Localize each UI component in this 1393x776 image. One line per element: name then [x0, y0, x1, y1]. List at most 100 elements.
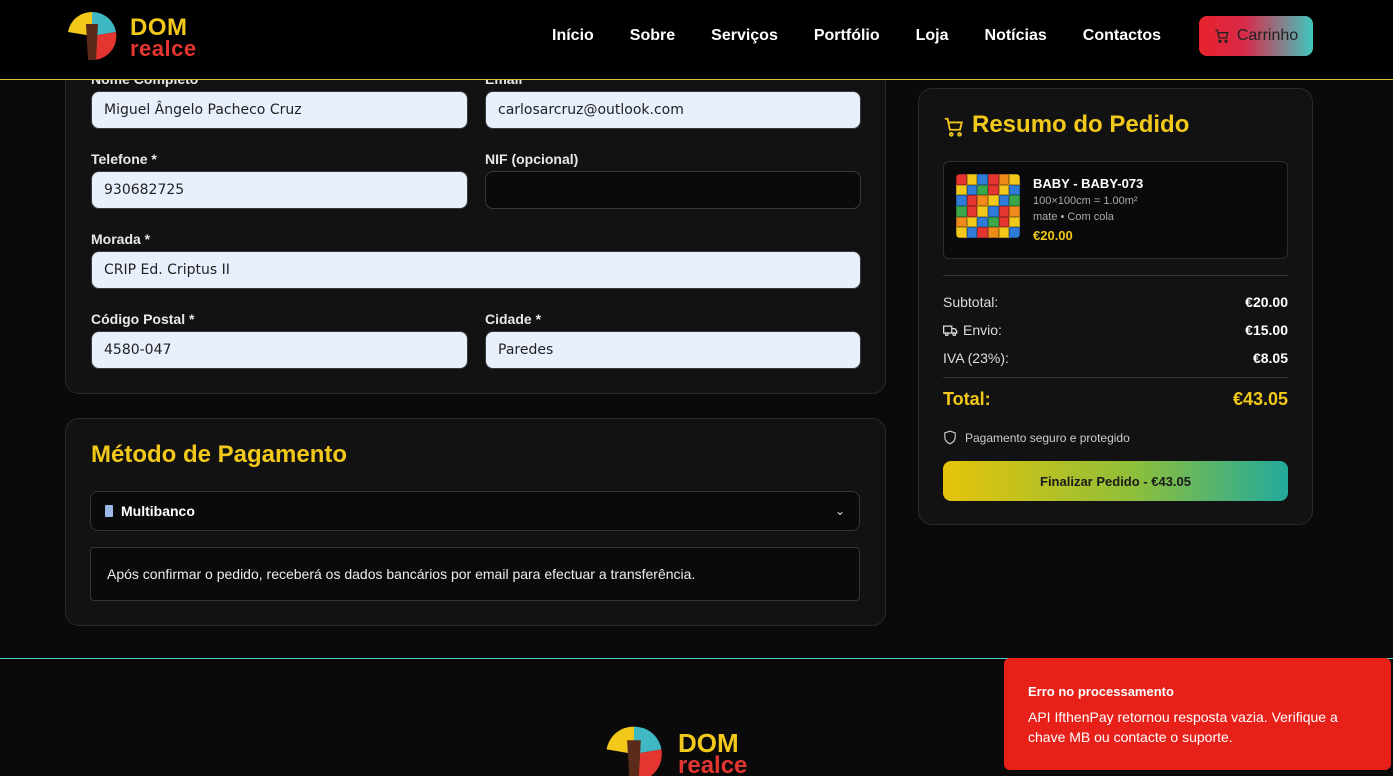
shipping-label: Envio: — [963, 322, 1002, 338]
thumb-tile — [956, 184, 967, 196]
thumb-tile — [1009, 206, 1020, 217]
email-input[interactable]: carlosarcruz@outlook.com — [485, 91, 861, 129]
total-label: Total: — [943, 389, 991, 409]
thumb-tile — [977, 195, 988, 206]
nav-noticias[interactable]: Notícias — [985, 27, 1047, 45]
thumb-tile — [988, 174, 999, 185]
thumb-tile — [988, 227, 999, 238]
vat-label: IVA (23%): — [943, 350, 1009, 366]
address-label: Morada * — [91, 231, 151, 247]
atm-card-icon — [105, 505, 113, 517]
main-nav: Início Sobre Serviços Portfólio Loja Not… — [552, 16, 1313, 56]
city-input[interactable]: Paredes — [485, 331, 861, 369]
order-summary-card: Resumo do Pedido BABY - BABY-073 100×100… — [918, 88, 1313, 525]
shipping-label-group: Envio: — [943, 322, 1002, 338]
error-toast[interactable]: Erro no processamento API IfthenPay reto… — [1004, 658, 1391, 770]
product-price: €20.00 — [1033, 228, 1073, 243]
nav-loja[interactable]: Loja — [916, 27, 949, 45]
order-item: BABY - BABY-073 100×100cm = 1.00m² mate … — [943, 161, 1288, 259]
thumb-tile — [977, 206, 988, 217]
secure-text: Pagamento seguro e protegido — [965, 430, 1130, 445]
thumb-tile — [966, 206, 978, 217]
payment-method-select[interactable]: Multibanco ⌄ — [90, 491, 860, 531]
thumb-tile — [998, 195, 1010, 206]
shipping-value: €15.00 — [1245, 322, 1288, 338]
thumb-tile — [966, 216, 978, 228]
total-row: Total: €43.05 — [943, 389, 1288, 410]
thumb-tile — [956, 174, 967, 185]
nav-portfolio[interactable]: Portfólio — [814, 27, 880, 45]
product-options: mate • Com cola — [1033, 211, 1114, 223]
truck-icon — [943, 325, 958, 336]
thumb-tile — [998, 184, 1010, 196]
site-header: DOM realce Início Sobre Serviços Portfól… — [0, 0, 1393, 80]
customer-data-card: Nome Completo Email Miguel Ângelo Pachec… — [65, 40, 886, 394]
address-input[interactable]: CRIP Ed. Criptus II — [91, 251, 861, 289]
thumb-tile — [998, 174, 1010, 185]
chevron-down-icon: ⌄ — [834, 504, 845, 518]
finalize-order-button[interactable]: Finalizar Pedido - €43.05 — [943, 461, 1288, 501]
divider — [943, 377, 1288, 378]
thumb-tile — [956, 195, 967, 206]
thumb-tile — [977, 227, 988, 238]
secure-note: Pagamento seguro e protegido — [943, 430, 1130, 445]
thumb-tile — [988, 184, 999, 196]
logo-text-bottom: realce — [130, 36, 197, 61]
nav-servicos[interactable]: Serviços — [711, 27, 778, 45]
product-thumbnail[interactable] — [956, 174, 1020, 238]
cart-icon — [1215, 29, 1229, 43]
payment-method-card: Método de Pagamento Multibanco ⌄ Após co… — [65, 418, 886, 626]
cart-icon — [944, 117, 963, 137]
thumb-tile — [988, 216, 999, 228]
payment-info-box: Após confirmar o pedido, receberá os dad… — [90, 547, 860, 601]
thumb-tile — [1009, 195, 1020, 206]
thumb-tile — [998, 216, 1010, 228]
nav-sobre[interactable]: Sobre — [630, 27, 675, 45]
postal-code-label: Código Postal * — [91, 311, 195, 327]
payment-title: Método de Pagamento — [91, 441, 348, 468]
thumb-tile — [988, 206, 999, 217]
postal-code-input[interactable]: 4580-047 — [91, 331, 468, 369]
summary-title: Resumo do Pedido — [972, 111, 1190, 138]
subtotal-row: Subtotal: €20.00 — [943, 294, 1288, 310]
product-size: 100×100cm = 1.00m² — [1033, 195, 1138, 207]
thumb-tile — [998, 227, 1010, 238]
thumb-tile — [977, 184, 988, 196]
nav-contactos[interactable]: Contactos — [1083, 27, 1161, 45]
shield-icon — [944, 430, 956, 445]
thumb-tile — [1009, 184, 1020, 196]
thumb-tile — [1009, 216, 1020, 228]
brand-logo[interactable]: DOM realce — [64, 8, 224, 64]
cart-button[interactable]: Carrinho — [1199, 16, 1313, 56]
thumb-tile — [966, 227, 978, 238]
full-name-input[interactable]: Miguel Ângelo Pacheco Cruz — [91, 91, 468, 129]
shipping-row: Envio: €15.00 — [943, 322, 1288, 338]
nif-label: NIF (opcional) — [485, 151, 579, 167]
toast-title: Erro no processamento — [1028, 684, 1174, 699]
thumb-tile — [956, 206, 967, 217]
city-label: Cidade * — [485, 311, 542, 327]
product-name: BABY - BABY-073 — [1033, 176, 1144, 191]
cart-label: Carrinho — [1236, 27, 1299, 44]
thumb-tile — [1009, 227, 1020, 238]
footer-logo[interactable]: DOM realce — [602, 722, 782, 776]
thumb-tile — [1009, 174, 1020, 185]
payment-method-value: Multibanco — [121, 503, 195, 519]
nif-input[interactable] — [485, 171, 861, 209]
toast-message: API IfthenPay retornou resposta vazia. V… — [1028, 709, 1338, 745]
thumb-tile — [956, 216, 967, 228]
payment-info-text: Após confirmar o pedido, receberá os dad… — [107, 566, 696, 582]
nav-inicio[interactable]: Início — [552, 27, 594, 45]
subtotal-value: €20.00 — [1245, 294, 1288, 310]
thumb-tile — [966, 195, 978, 206]
thumb-tile — [966, 184, 978, 196]
thumb-tile — [977, 174, 988, 185]
total-value: €43.05 — [1232, 389, 1288, 409]
thumb-tile — [966, 174, 978, 185]
logo-mark-icon — [606, 726, 662, 776]
vat-row: IVA (23%): €8.05 — [943, 350, 1288, 366]
phone-input[interactable]: 930682725 — [91, 171, 468, 209]
thumb-tile — [977, 216, 988, 228]
subtotal-label: Subtotal: — [943, 294, 999, 310]
vat-value: €8.05 — [1252, 350, 1288, 366]
